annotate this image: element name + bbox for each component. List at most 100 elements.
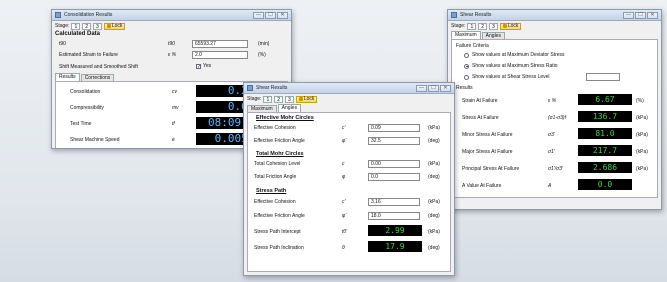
effective-cohesion-field[interactable]: 0.09 xyxy=(368,124,420,132)
result-unit: (kPa) xyxy=(636,149,648,155)
result-symbol: (σ1-σ3)f xyxy=(548,115,566,121)
stage-bar: Stage: 1 2 3 Lock xyxy=(244,94,454,104)
results-label: Results xyxy=(456,85,473,91)
field-unit: (kPa) xyxy=(428,199,440,205)
lock-icon xyxy=(298,97,303,101)
lock-button[interactable]: Lock xyxy=(103,22,126,30)
lock-button[interactable]: Lock xyxy=(499,22,522,30)
stage-1-button[interactable]: 1 xyxy=(71,22,81,30)
result-label: Test Time xyxy=(70,121,92,127)
field-symbol: φ' xyxy=(342,138,347,144)
close-button[interactable]: ✕ xyxy=(277,11,288,19)
checkbox-label: Yes xyxy=(203,63,212,69)
result-unit: (kPa) xyxy=(636,166,648,172)
strain-to-failure-field[interactable]: 2.0 xyxy=(192,51,248,59)
radio-shear-stress-level[interactable]: Show values at Shear Stress Level xyxy=(464,74,550,80)
consolidation-title-bar[interactable]: Consolidation Results — ☐ ✕ xyxy=(52,10,291,21)
field-label: Total Cohesion Level xyxy=(254,161,301,167)
stress-path-cohesion-field[interactable]: 3.16 xyxy=(368,198,420,206)
shear-right-title-bar[interactable]: Shear Results — ☐ ✕ xyxy=(448,10,661,21)
tab-maximum[interactable]: Maximum xyxy=(451,31,481,39)
result-label: Minor Stress At Failure xyxy=(462,132,513,138)
field-unit: (min) xyxy=(258,41,270,47)
field-symbol: c' xyxy=(342,199,346,205)
stage-3-button[interactable]: 3 xyxy=(285,95,294,103)
maximize-button[interactable]: ☐ xyxy=(265,11,276,19)
total-cohesion-field[interactable]: 0.00 xyxy=(368,160,420,168)
minimize-button[interactable]: — xyxy=(253,11,264,19)
shear-right-panel: Failure Criteria Show values at Maximum … xyxy=(451,39,658,198)
field-symbol: c' xyxy=(342,125,346,131)
field-label: t90 xyxy=(59,41,66,47)
shift-checkbox[interactable]: ✓ Yes xyxy=(196,63,211,69)
shear-middle-title-bar[interactable]: Shear Results — ☐ ✕ xyxy=(244,83,454,94)
radio-label: Show values at Maximum Deviator Stress xyxy=(472,52,565,58)
field-label: Effective Cohesion xyxy=(254,199,296,205)
lock-label: Lock xyxy=(303,96,315,102)
result-label: A Value At Failure xyxy=(462,183,502,189)
stage-1-button[interactable]: 1 xyxy=(263,95,273,103)
result-label: Consolidation xyxy=(70,89,101,95)
checkbox-icon: ✓ xyxy=(196,63,202,70)
radio-max-stress-ratio[interactable]: Show values at Maximum Stress Ratio xyxy=(464,63,558,69)
maximize-button[interactable]: ☐ xyxy=(428,84,439,92)
minimize-button[interactable]: — xyxy=(623,11,634,19)
stage-bar: Stage: 1 2 3 Lock xyxy=(52,21,291,31)
result-unit: (kPa) xyxy=(636,132,648,138)
field-unit: (deg) xyxy=(428,213,440,219)
window-title: Shear Results xyxy=(460,12,492,18)
tab-results[interactable]: Results xyxy=(55,73,80,81)
field-symbol: c xyxy=(342,161,345,167)
stage-3-button[interactable]: 3 xyxy=(489,22,498,30)
minimize-button[interactable]: — xyxy=(416,84,427,92)
radio-max-deviator[interactable]: Show values at Maximum Deviator Stress xyxy=(464,52,565,58)
tab-angles[interactable]: Angles xyxy=(277,104,301,112)
field-symbol: t0' xyxy=(342,229,348,235)
stress-path-friction-field[interactable]: 18.0 xyxy=(368,212,420,220)
field-symbol: φ xyxy=(342,174,346,180)
field-label: Stress Path Intercept xyxy=(254,229,301,235)
tab-angles[interactable]: Angles xyxy=(481,32,505,39)
field-label: Estimated Strain to Failure xyxy=(59,52,118,58)
lock-icon xyxy=(502,24,507,28)
radio-icon xyxy=(464,74,469,80)
stage-label: Stage: xyxy=(451,23,466,29)
a-value-display: 0.0 xyxy=(578,179,632,190)
shear-right-tabs: Maximum Angles xyxy=(448,31,661,39)
field-unit: (deg) xyxy=(428,245,440,251)
field-label: Total Friction Angle xyxy=(254,174,297,180)
radio-label: Show values at Shear Stress Level xyxy=(472,74,550,80)
failure-criteria-label: Failure Criteria xyxy=(456,43,489,49)
result-symbol: tf xyxy=(172,121,175,127)
result-symbol: σ3' xyxy=(548,132,555,138)
maximize-button[interactable]: ☐ xyxy=(635,11,646,19)
field-label: Effective Friction Angle xyxy=(254,138,305,144)
major-stress-display: 217.7 xyxy=(578,145,632,156)
stage-1-button[interactable]: 1 xyxy=(467,22,477,30)
result-symbol: A xyxy=(548,183,552,189)
stage-bar: Stage: 1 2 3 Lock xyxy=(448,21,661,31)
close-button[interactable]: ✕ xyxy=(647,11,658,19)
app-icon xyxy=(451,12,457,18)
lock-icon xyxy=(106,24,111,28)
tab-corrections[interactable]: Corrections xyxy=(80,74,115,81)
result-unit: (%) xyxy=(636,98,644,104)
calculated-data-fields: t90 t90 65593.27 (min) Estimated Strain … xyxy=(52,39,291,73)
close-button[interactable]: ✕ xyxy=(440,84,451,92)
total-friction-field[interactable]: 0.0 xyxy=(368,173,420,181)
app-icon xyxy=(247,85,253,91)
t90-field[interactable]: 65593.27 xyxy=(192,40,248,48)
tab-maximum[interactable]: Maximum xyxy=(247,105,277,112)
stage-2-button[interactable]: 2 xyxy=(274,95,284,103)
result-symbol: mv xyxy=(172,105,179,111)
app-icon xyxy=(55,12,61,18)
result-label: Stress At Failure xyxy=(462,115,499,121)
stage-2-button[interactable]: 2 xyxy=(82,22,92,30)
consolidation-tabs: Results Corrections xyxy=(52,73,291,81)
effective-friction-field[interactable]: 32.5 xyxy=(368,137,420,145)
lock-button[interactable]: Lock xyxy=(295,95,318,103)
stage-2-button[interactable]: 2 xyxy=(478,22,488,30)
result-symbol: σ1' xyxy=(548,149,555,155)
shear-stress-level-input[interactable] xyxy=(586,73,620,81)
stage-3-button[interactable]: 3 xyxy=(93,22,102,30)
